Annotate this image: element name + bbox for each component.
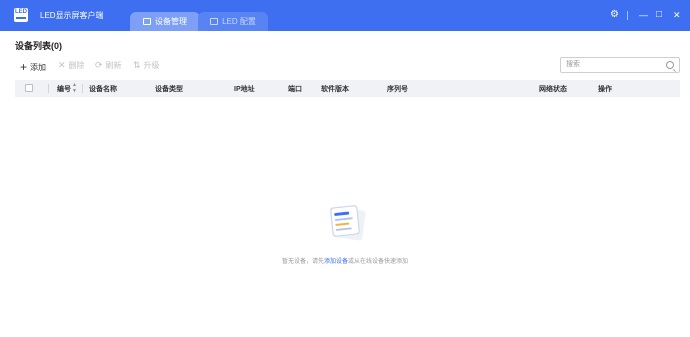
empty-suffix: 或从在线设备快速添加 — [348, 259, 409, 265]
add-device-link[interactable]: 添加设备 — [324, 259, 348, 265]
column-device-type: 设备类型 — [155, 86, 183, 93]
column-software-version: 软件版本 — [321, 86, 349, 93]
delete-label: 删除 — [68, 61, 85, 70]
close-button[interactable]: ✕ — [673, 10, 681, 20]
tab-label: 设备管理 — [155, 17, 187, 26]
page-title: 设备列表(0) — [15, 41, 62, 51]
refresh-icon: ⟳ — [95, 60, 103, 70]
column-ip-address: IP地址 — [234, 86, 255, 93]
title-bar: LED LED显示屏客户端 设备管理 LED 配置 ⚙ — □ ✕ — [0, 0, 690, 31]
search-input[interactable]: 搜索 — [560, 57, 680, 73]
upgrade-icon: ⇅ — [133, 60, 141, 70]
column-divider — [82, 84, 83, 93]
settings-gear-icon[interactable]: ⚙ — [610, 10, 619, 20]
search-icon[interactable] — [666, 61, 674, 69]
search-placeholder: 搜索 — [566, 61, 580, 68]
delete-x-icon: ✕ — [58, 60, 66, 70]
add-button[interactable]: + 添加 — [20, 60, 46, 74]
maximize-button[interactable]: □ — [656, 10, 662, 20]
column-network-status: 网络状态 — [539, 86, 567, 93]
add-label: 添加 — [30, 62, 47, 72]
column-actions: 操作 — [598, 86, 612, 93]
column-serial-number: 序列号 — [387, 86, 408, 93]
app-title: LED显示屏客户端 — [40, 11, 104, 20]
refresh-label: 刷新 — [105, 61, 122, 70]
delete-button[interactable]: ✕ 删除 — [58, 60, 85, 71]
upgrade-label: 升级 — [143, 61, 160, 70]
column-device-name: 设备名称 — [89, 86, 117, 93]
app-logo-icon: LED — [14, 8, 28, 22]
led-config-icon — [210, 18, 219, 25]
empty-document-illustration-icon — [329, 204, 366, 241]
upgrade-button[interactable]: ⇅ 升级 — [133, 60, 160, 71]
column-divider — [48, 84, 49, 93]
column-port: 端口 — [288, 86, 302, 93]
column-id[interactable]: 编号 — [57, 84, 71, 94]
sort-icon[interactable]: ▲ ▼ — [72, 82, 77, 94]
control-divider — [627, 11, 628, 20]
tab-led-config[interactable]: LED 配置 — [198, 12, 268, 31]
table-header: 编号 ▲ ▼ 设备名称 设备类型 IP地址 端口 软件版本 序列号 网络状态 操作 — [15, 80, 680, 97]
device-list-icon — [143, 18, 151, 25]
empty-state-message: 暂无设备，请先添加设备或从在线设备快速添加 — [0, 256, 690, 265]
tab-label: LED 配置 — [222, 17, 256, 26]
minimize-button[interactable]: — — [639, 10, 648, 20]
select-all-checkbox[interactable] — [25, 84, 33, 92]
plus-icon: + — [20, 60, 28, 74]
refresh-button[interactable]: ⟳ 刷新 — [95, 60, 122, 71]
app-logo-text: LED — [15, 9, 27, 15]
empty-prefix: 暂无设备，请先 — [281, 259, 324, 265]
tab-device-management[interactable]: 设备管理 — [130, 12, 200, 31]
